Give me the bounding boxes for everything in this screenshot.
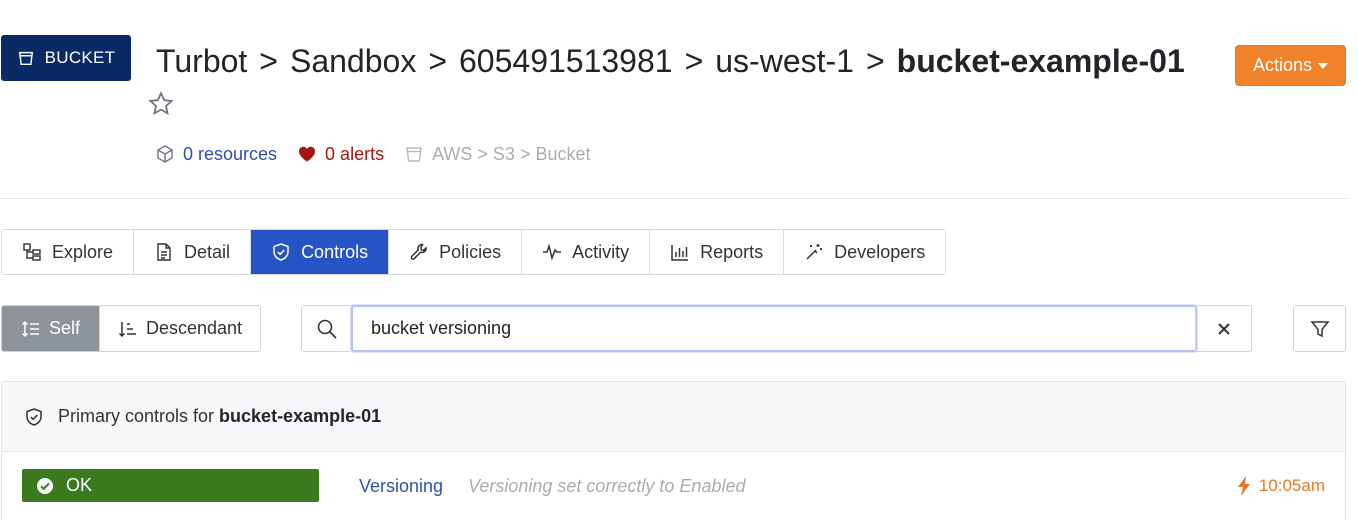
resource-tabs: Explore Detail Controls Policies Activit… [1,229,947,275]
status-label: OK [66,475,93,495]
explore-icon [23,243,41,261]
resource-type-path: AWS > S3 > Bucket [404,144,590,165]
search-icon [317,319,337,339]
lightning-icon [1237,476,1250,496]
resources-count: 0 resources [183,143,278,164]
control-timestamp: 10:05am [1237,476,1325,496]
alerts-link[interactable]: 0 alerts [297,144,384,165]
panel-title-prefix: Primary controls for [58,406,220,426]
tab-developers[interactable]: Developers [784,230,946,274]
breadcrumb-item[interactable]: 605491513981 [459,43,673,80]
clear-search-button[interactable] [1195,306,1251,351]
tab-label: Policies [439,241,502,262]
tab-label: Controls [301,241,369,262]
control-reason: Versioning set correctly to Enabled [468,476,746,496]
shield-check-icon [273,243,289,261]
breadcrumb-separator: > [259,42,278,79]
tab-label: Explore [52,241,114,262]
scope-descendant-button[interactable]: Descendant [99,306,260,351]
header-divider [0,198,1348,199]
tab-controls[interactable]: Controls [251,230,390,274]
controls-panel: Primary controls for bucket-example-01 O… [1,381,1346,520]
filter-icon [1309,320,1330,337]
scope-toggle: Self Descendant [1,305,261,352]
actions-button[interactable]: Actions [1235,45,1346,86]
tab-detail[interactable]: Detail [134,230,252,274]
actions-label: Actions [1252,55,1313,75]
close-icon [1217,322,1230,335]
breadcrumb-item[interactable]: Turbot [156,43,247,80]
breadcrumb-item[interactable]: us-west-1 [715,43,854,80]
tab-label: Detail [184,241,231,262]
sort-lines-icon [21,320,39,337]
resource-meta: 0 resources 0 alerts AWS > S3 > Bucket [155,141,610,167]
bucket-icon [406,147,422,162]
tab-activity[interactable]: Activity [522,230,651,274]
filter-button[interactable] [1293,305,1346,352]
breadcrumb-item[interactable]: Sandbox [290,43,416,80]
tab-label: Developers [834,241,926,262]
breadcrumb-separator: > [428,42,447,79]
scope-self-button[interactable]: Self [2,306,99,351]
panel-header: Primary controls for bucket-example-01 [2,382,1345,452]
scope-self-label: Self [48,318,81,338]
search-input[interactable] [351,305,1197,352]
breadcrumb-separator: > [684,42,704,79]
panel-title-resource: bucket-example-01 [219,406,382,426]
tab-label: Activity [572,241,630,262]
breadcrumb: Turbot > Sandbox > 605491513981 > us-wes… [156,40,1185,82]
document-icon [157,243,171,261]
check-circle-icon [37,477,53,494]
type-path-text: AWS > S3 > Bucket [432,143,591,164]
sort-descendant-icon [118,321,136,337]
magic-wand-icon [806,244,823,260]
tab-explore[interactable]: Explore [2,230,135,274]
status-badge: OK [22,469,319,502]
resource-type-badge: BUCKET [1,35,131,81]
scope-descendant-label: Descendant [145,318,243,338]
breadcrumb-separator: > [865,42,885,79]
control-type-link[interactable]: Versioning [359,476,443,497]
shield-check-icon [26,407,42,426]
tab-reports[interactable]: Reports [650,230,785,274]
resource-type-label: BUCKET [44,48,116,67]
star-icon[interactable] [147,90,175,118]
caret-down-icon [1318,62,1329,69]
alerts-count: 0 alerts [325,143,385,164]
bucket-icon [18,51,33,66]
control-row[interactable]: OK Versioning Versioning set correctly t… [2,452,1345,520]
wrench-icon [410,243,427,260]
tab-policies[interactable]: Policies [389,230,523,274]
bar-chart-icon [671,245,689,261]
pulse-icon [543,243,562,261]
search-box [301,305,1252,352]
resources-link[interactable]: 0 resources [155,144,277,165]
panel-title: Primary controls for bucket-example-01 [58,406,381,427]
cube-icon [157,145,173,163]
tab-label: Reports [700,241,764,262]
breadcrumb-current: bucket-example-01 [896,42,1185,79]
heart-icon [299,146,316,162]
control-time: 10:05am [1258,476,1325,495]
